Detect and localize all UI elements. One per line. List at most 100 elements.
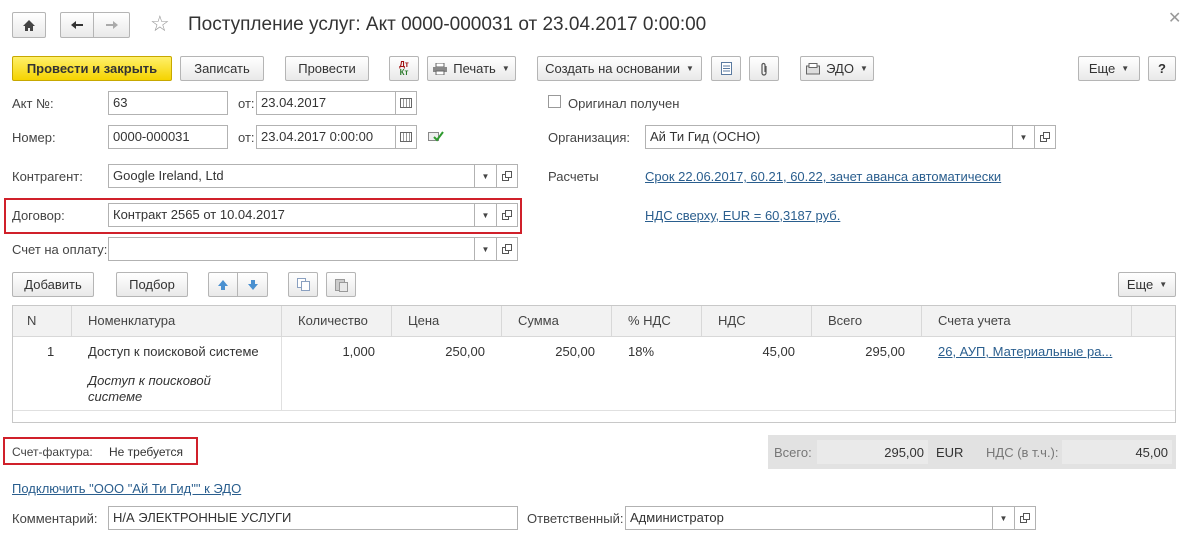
invoice-field[interactable]	[108, 237, 475, 261]
act-date-calendar-button[interactable]	[395, 91, 417, 115]
settlements-link[interactable]: Срок 22.06.2017, 60.21, 60.22, зачет ава…	[645, 169, 1001, 184]
paperclip-icon	[761, 62, 767, 76]
help-button[interactable]: ?	[1148, 56, 1176, 81]
forward-button[interactable]	[93, 12, 130, 38]
favorite-star-icon[interactable]: ☆	[150, 12, 170, 36]
paste-button[interactable]	[326, 272, 356, 297]
invoice-open-button[interactable]	[496, 237, 518, 261]
print-label: Печать	[453, 61, 496, 76]
invoice-dropdown-button[interactable]: ▼	[475, 237, 497, 261]
act-date-field[interactable]: 23.04.2017	[256, 91, 396, 115]
edo-button[interactable]: ЭДО ▼	[800, 56, 874, 81]
document-icon	[720, 62, 732, 75]
row-content-line2: системе	[88, 389, 143, 404]
more-button[interactable]: Еще ▼	[1078, 56, 1140, 81]
column-header-n[interactable]: N	[27, 311, 36, 337]
back-button[interactable]	[60, 12, 94, 38]
vat-included-value: 45,00	[1135, 445, 1168, 460]
column-header-accounts[interactable]: Счета учета	[938, 311, 1011, 337]
create-based-on-button[interactable]: Создать на основании ▼	[537, 56, 702, 81]
organization-open-button[interactable]	[1034, 125, 1056, 149]
close-icon[interactable]: ✕	[1168, 8, 1181, 28]
table-more-button[interactable]: Еще ▼	[1118, 272, 1176, 297]
contract-field[interactable]: Контракт 2565 от 10.04.2017	[108, 203, 475, 227]
responsible-field[interactable]: Администратор	[625, 506, 993, 530]
arrow-up-icon	[218, 279, 228, 290]
responsible-open-button[interactable]	[1014, 506, 1036, 530]
original-received-label: Оригинал получен	[568, 96, 680, 111]
comment-label: Комментарий:	[12, 511, 98, 526]
row-content-line1: Доступ к поисковой	[88, 373, 211, 388]
act-no-field[interactable]: 63	[108, 91, 228, 115]
add-row-button[interactable]: Добавить	[12, 272, 94, 297]
row-total: 295,00	[865, 344, 905, 359]
column-header-quantity[interactable]: Количество	[298, 311, 368, 337]
responsible-dropdown-button[interactable]: ▼	[993, 506, 1015, 530]
chevron-down-icon: ▼	[481, 210, 490, 220]
act-no-label: Акт №:	[12, 96, 54, 111]
act-date-from-label: от:	[238, 96, 255, 111]
vat-link[interactable]: НДС сверху, EUR = 60,3187 руб.	[645, 208, 840, 223]
invoice-label: Счет на оплату:	[12, 242, 108, 257]
number-field[interactable]: 0000-000031	[108, 125, 228, 149]
responsible-label: Ответственный:	[527, 511, 624, 526]
create-based-on-label: Создать на основании	[545, 61, 680, 76]
chevron-down-icon: ▼	[1019, 132, 1028, 142]
copy-icon	[296, 278, 310, 291]
total-value: 295,00	[884, 445, 924, 460]
home-button[interactable]	[12, 12, 46, 38]
row-sum: 250,00	[555, 344, 595, 359]
move-down-button[interactable]	[237, 272, 268, 297]
column-header-nomenclature[interactable]: Номенклатура	[88, 311, 175, 337]
row-nomenclature: Доступ к поисковой системе	[88, 344, 259, 359]
table-more-label: Еще	[1126, 277, 1154, 292]
open-icon	[1020, 513, 1030, 523]
original-received-checkbox[interactable]	[548, 95, 561, 108]
connect-edo-link[interactable]: Подключить "ООО "Ай Ти Гид"" к ЭДО	[12, 481, 241, 496]
chevron-down-icon: ▼	[1121, 64, 1130, 73]
contract-open-button[interactable]	[496, 203, 518, 227]
document-button[interactable]	[711, 56, 741, 81]
number-date-calendar-button[interactable]	[395, 125, 417, 149]
printer-icon	[433, 62, 448, 75]
chevron-down-icon: ▼	[685, 64, 694, 73]
invoice-factura-value: Не требуется	[109, 445, 183, 459]
post-button[interactable]: Провести	[285, 56, 369, 81]
row-n: 1	[47, 344, 55, 359]
print-button[interactable]: Печать ▼	[427, 56, 516, 81]
calendar-icon	[400, 98, 412, 108]
pick-button[interactable]: Подбор	[116, 272, 188, 297]
attachment-button[interactable]	[749, 56, 779, 81]
organization-dropdown-button[interactable]: ▼	[1013, 125, 1035, 149]
column-header-price[interactable]: Цена	[408, 311, 439, 337]
row-accounts-link[interactable]: 26, АУП, Материальные ра...	[938, 344, 1112, 359]
row-price: 250,00	[445, 344, 485, 359]
column-header-vat-rate[interactable]: % НДС	[628, 311, 671, 337]
arrow-right-icon	[105, 21, 118, 29]
home-icon	[23, 19, 35, 31]
total-label: Всего:	[774, 445, 812, 460]
open-icon	[502, 244, 512, 254]
counterparty-field[interactable]: Google Ireland, Ltd	[108, 164, 475, 188]
post-and-close-button[interactable]: Провести и закрыть	[12, 56, 172, 81]
invoice-factura-label: Счет-фактура:	[12, 445, 93, 459]
counterparty-dropdown-button[interactable]: ▼	[475, 164, 497, 188]
arrow-down-icon	[247, 279, 258, 290]
settlements-label: Расчеты	[548, 169, 599, 184]
column-header-total[interactable]: Всего	[828, 311, 862, 337]
save-button[interactable]: Записать	[180, 56, 264, 81]
comment-field[interactable]: Н/А ЭЛЕКТРОННЫЕ УСЛУГИ	[108, 506, 518, 530]
column-header-sum[interactable]: Сумма	[518, 311, 559, 337]
move-up-button[interactable]	[208, 272, 238, 297]
dt-kt-button[interactable]: Дт Кт	[389, 56, 419, 81]
chevron-down-icon: ▼	[481, 244, 490, 254]
number-date-from-label: от:	[238, 130, 255, 145]
column-header-vat[interactable]: НДС	[718, 311, 746, 337]
number-date-field[interactable]: 23.04.2017 0:00:00	[256, 125, 396, 149]
copy-row-button[interactable]	[288, 272, 318, 297]
counterparty-open-button[interactable]	[496, 164, 518, 188]
page-title: Поступление услуг: Акт 0000-000031 от 23…	[188, 14, 707, 35]
contract-label: Договор:	[12, 208, 65, 223]
organization-field[interactable]: Ай Ти Гид (ОСНО)	[645, 125, 1013, 149]
contract-dropdown-button[interactable]: ▼	[475, 203, 497, 227]
